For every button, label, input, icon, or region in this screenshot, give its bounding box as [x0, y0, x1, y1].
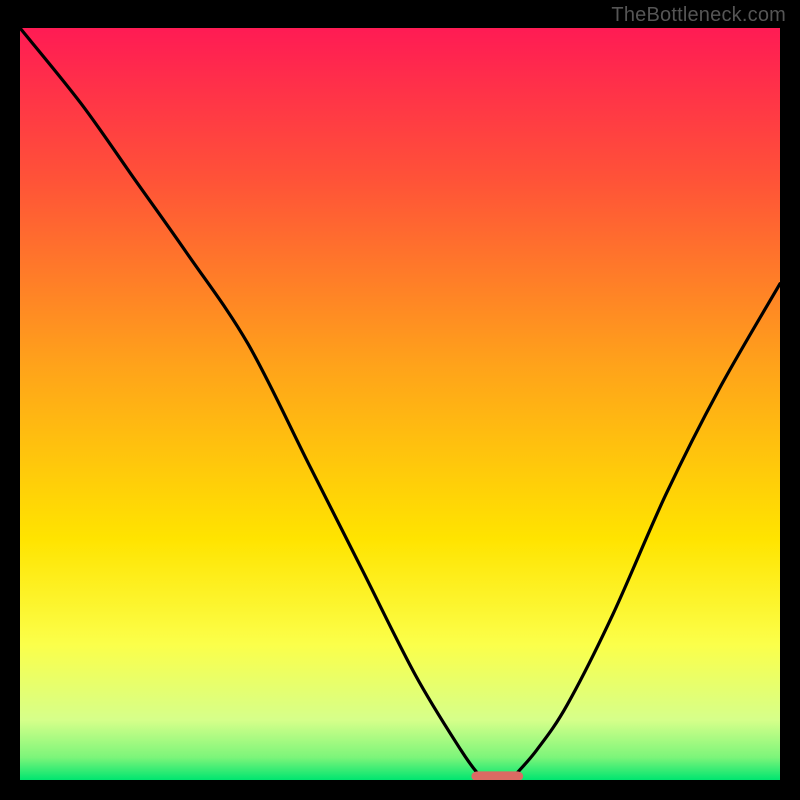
gradient-background — [20, 28, 780, 780]
chart-svg — [20, 28, 780, 780]
plot-area — [20, 28, 780, 780]
chart-frame: TheBottleneck.com — [0, 0, 800, 800]
watermark-text: TheBottleneck.com — [611, 4, 786, 27]
minimum-marker — [471, 771, 523, 780]
